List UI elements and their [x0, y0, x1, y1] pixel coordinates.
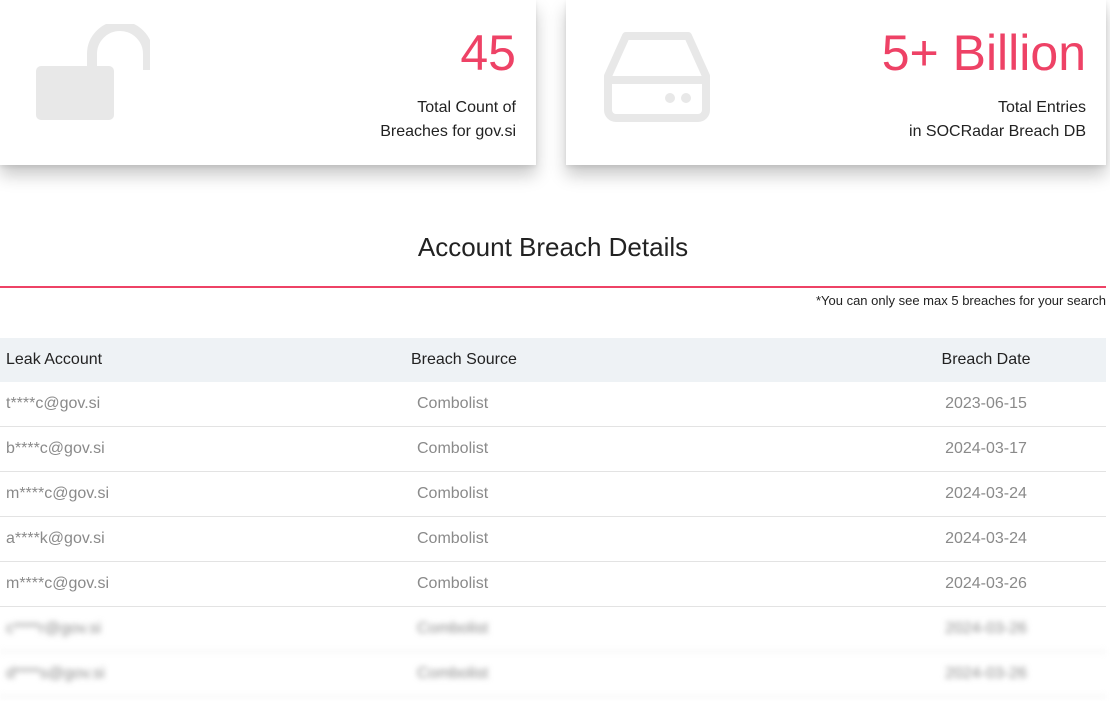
- header-breach-source: Breach Source: [411, 351, 517, 368]
- breach-source-cell: Combolist: [417, 440, 489, 457]
- breach-date-cell: 2024-03-17: [945, 440, 1027, 457]
- leak-account-cell: d****s@gov.si: [6, 665, 105, 682]
- section-divider: [0, 286, 1106, 288]
- leak-account-cell: m****c@gov.si: [6, 575, 110, 592]
- table-row: a****k@gov.si Combolist 2024-03-24: [0, 517, 1106, 562]
- breach-date-cell: 2023-06-15: [945, 395, 1027, 412]
- breach-source-cell: Combolist: [417, 395, 489, 412]
- breach-source-cell: Combolist: [417, 575, 489, 592]
- breach-date-cell: 2024-03-24: [945, 485, 1027, 502]
- breach-source-cell: Combolist: [417, 530, 489, 547]
- breach-date-cell: 2024-03-24: [945, 530, 1027, 547]
- leak-account-cell: c****r@gov.si: [6, 620, 102, 637]
- breach-count-label: Total Count of Breaches for gov.si: [380, 99, 516, 140]
- table-row-blurred: d****s@gov.si Combolist 2024-03-26: [0, 652, 1106, 697]
- breach-date-cell: 2024-03-26: [945, 620, 1027, 637]
- limit-note: *You can only see max 5 breaches for you…: [815, 293, 1106, 308]
- breach-source-cell: Combolist: [417, 620, 489, 637]
- breach-count-value: 45: [460, 25, 516, 81]
- table-header: Leak Account Breach Source Breach Date: [0, 338, 1106, 382]
- hard-drive-icon: [604, 32, 710, 122]
- table-row: m****c@gov.si Combolist 2024-03-24: [0, 472, 1106, 517]
- total-entries-label: Total Entries in SOCRadar Breach DB: [909, 99, 1086, 140]
- table-row-blurred: c****r@gov.si Combolist 2024-03-26: [0, 607, 1106, 652]
- section-title: Account Breach Details: [417, 232, 689, 262]
- breach-source-cell: Combolist: [417, 665, 489, 682]
- table-row: t****c@gov.si Combolist 2023-06-15: [0, 382, 1106, 427]
- table-row: b****c@gov.si Combolist 2024-03-17: [0, 427, 1106, 472]
- header-breach-date: Breach Date: [941, 351, 1031, 368]
- total-entries-value: 5+ Billion: [881, 25, 1086, 81]
- breach-count-card: 45 Total Count of Breaches for gov.si: [0, 0, 536, 165]
- breach-source-cell: Combolist: [417, 485, 489, 502]
- unlocked-padlock-icon: [36, 24, 150, 120]
- table-row: m****c@gov.si Combolist 2024-03-26: [0, 562, 1106, 607]
- leak-account-cell: b****c@gov.si: [6, 440, 105, 457]
- leak-account-cell: a****k@gov.si: [6, 530, 105, 547]
- leak-account-cell: t****c@gov.si: [6, 395, 101, 412]
- breach-table: Leak Account Breach Source Breach Date t…: [0, 338, 1106, 697]
- breach-date-cell: 2024-03-26: [945, 575, 1027, 592]
- leak-account-cell: m****c@gov.si: [6, 485, 110, 502]
- breach-date-cell: 2024-03-26: [945, 665, 1027, 682]
- header-leak-account: Leak Account: [6, 351, 103, 368]
